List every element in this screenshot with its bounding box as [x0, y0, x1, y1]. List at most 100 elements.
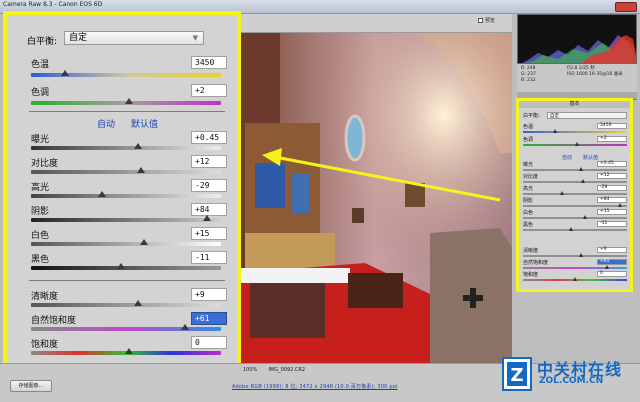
sp-value[interactable]: +0.45	[597, 161, 627, 167]
auto-link[interactable]: 自动	[97, 117, 115, 130]
sp-label: 色温	[523, 124, 534, 130]
wb-label: 白平衡:	[27, 37, 58, 47]
zol-watermark: Z 中关村在线 ZOL.COM.CN	[501, 354, 636, 400]
blacks-value[interactable]: -11	[191, 251, 227, 264]
zoom-level[interactable]: 100% IMG_0092.CR2	[243, 367, 305, 373]
watermark-en: ZOL.COM.CN	[539, 376, 604, 386]
photo-preview[interactable]	[240, 33, 512, 363]
slider-row-temp: 色温 3450	[31, 56, 227, 77]
tint-slider[interactable]	[125, 98, 133, 104]
preview-checkbox[interactable]: 预览	[478, 17, 495, 24]
slider-row-shadows: 阴影 +84	[31, 203, 227, 222]
clarity-slider[interactable]	[134, 300, 142, 306]
sp-slider[interactable]	[560, 191, 564, 195]
sp-slider[interactable]	[581, 179, 585, 183]
wb-row-small[interactable]: 白平衡: 自定	[523, 112, 627, 119]
highlights-label: 高光	[31, 183, 50, 193]
saturation-label: 饱和度	[31, 340, 59, 350]
saturation-value[interactable]: 0	[191, 336, 227, 349]
shadows-label: 阴影	[31, 207, 50, 217]
tint-label: 色调	[31, 88, 50, 98]
divider	[29, 280, 225, 281]
temp-slider[interactable]	[61, 70, 69, 76]
slider-row-saturation: 饱和度 0	[31, 336, 227, 355]
sp-value[interactable]: +9	[597, 247, 627, 253]
temp-value[interactable]: 3450	[191, 56, 227, 69]
slider-row-clarity: 清晰度 +9	[31, 288, 227, 307]
rgb-b: B: 232	[521, 78, 536, 83]
svg-text:Z: Z	[510, 365, 523, 386]
sp-label: 对比度	[523, 174, 539, 180]
window-close-button[interactable]	[615, 2, 637, 12]
slider-row-whites: 白色 +15	[31, 227, 227, 246]
slider-row-exposure: 曝光 +0.45	[31, 131, 227, 150]
default-link[interactable]: 默认值	[131, 117, 158, 130]
sp-value[interactable]: -29	[597, 185, 627, 191]
exposure-label: 曝光	[31, 135, 50, 145]
sp-slider[interactable]	[605, 265, 609, 269]
wb-label-small: 白平衡:	[523, 113, 540, 119]
exposure-slider[interactable]	[134, 143, 142, 149]
contrast-value[interactable]: +12	[191, 155, 227, 168]
sp-label: 阴影	[523, 198, 534, 204]
sp-label: 曝光	[523, 162, 534, 168]
sp-slider[interactable]	[569, 227, 573, 231]
sp-value[interactable]: 0	[597, 271, 627, 277]
sp-value[interactable]: +15	[597, 209, 627, 215]
temp-label: 色温	[31, 60, 50, 70]
workflow-options-link[interactable]: Adobe RGB (1998); 8 位; 3472 x 2948 (10.0…	[232, 383, 398, 390]
whites-label: 白色	[31, 231, 50, 241]
save-image-button[interactable]: 存储图像...	[10, 380, 52, 392]
auto-link-small[interactable]: 自动	[562, 154, 572, 161]
highlights-value[interactable]: -29	[191, 179, 227, 192]
sp-slider[interactable]	[583, 215, 587, 219]
slider-row-contrast: 对比度 +12	[31, 155, 227, 174]
slider-row-tint: 色调 +2	[31, 84, 227, 105]
sp-slider[interactable]	[618, 203, 622, 207]
clarity-value[interactable]: +9	[191, 288, 227, 301]
sp-value[interactable]: +84	[597, 197, 627, 203]
blacks-label: 黑色	[31, 255, 50, 265]
wb-select-small[interactable]: 自定	[547, 112, 627, 119]
whites-slider[interactable]	[140, 239, 148, 245]
contrast-label: 对比度	[31, 159, 59, 169]
exposure-value[interactable]: +0.45	[191, 131, 227, 144]
sp-value[interactable]: -11	[597, 221, 627, 227]
highlights-slider[interactable]	[98, 191, 106, 197]
sp-slider[interactable]	[553, 129, 557, 133]
zoom-value: 100%	[243, 367, 258, 373]
default-link-small[interactable]: 默认值	[583, 154, 598, 161]
basic-panel-small: 基本 白平衡: 自定 色温 3450 色调 +2 自动 默认值 曝光 +0.45 对比…	[516, 98, 633, 292]
sp-label: 饱和度	[523, 272, 539, 278]
whites-value[interactable]: +15	[191, 227, 227, 240]
clarity-label: 清晰度	[31, 292, 59, 302]
toolbar	[240, 14, 512, 33]
histogram-graph	[522, 35, 636, 63]
sp-value[interactable]: +12	[597, 173, 627, 179]
iso-info: ISO 1600 16-35@16 毫米	[567, 72, 623, 77]
camera-info: R: 248 G: 237 B: 232 f/2.8 1/25 秒 ISO 16…	[517, 64, 637, 92]
blacks-slider[interactable]	[117, 263, 125, 269]
file-name: IMG_0092.CR2	[268, 367, 306, 373]
sp-value[interactable]: +2	[597, 136, 627, 142]
sp-value[interactable]: +61	[597, 259, 627, 265]
slider-row-blacks: 黑色 -11	[31, 251, 227, 270]
sp-slider[interactable]	[579, 253, 583, 257]
sp-label: 自然饱和度	[523, 260, 549, 266]
vibrance-value[interactable]: +61	[191, 312, 227, 325]
saturation-slider[interactable]	[125, 348, 133, 354]
wb-select[interactable]: 自定 ▼	[64, 31, 204, 45]
vibrance-slider[interactable]	[181, 324, 189, 330]
slider-row-vibrance: 自然饱和度 +61	[31, 312, 227, 331]
shadows-slider[interactable]	[203, 215, 211, 221]
tint-value[interactable]: +2	[191, 84, 227, 97]
sp-slider[interactable]	[573, 277, 577, 281]
church-interior-image	[240, 33, 512, 363]
sp-label: 清晰度	[523, 248, 539, 254]
sp-label: 黑色	[523, 222, 534, 228]
contrast-slider[interactable]	[137, 167, 145, 173]
sp-value[interactable]: 3450	[597, 123, 627, 129]
sp-slider[interactable]	[579, 167, 583, 171]
panel-header: 基本	[519, 101, 630, 108]
sp-slider[interactable]	[575, 142, 579, 146]
